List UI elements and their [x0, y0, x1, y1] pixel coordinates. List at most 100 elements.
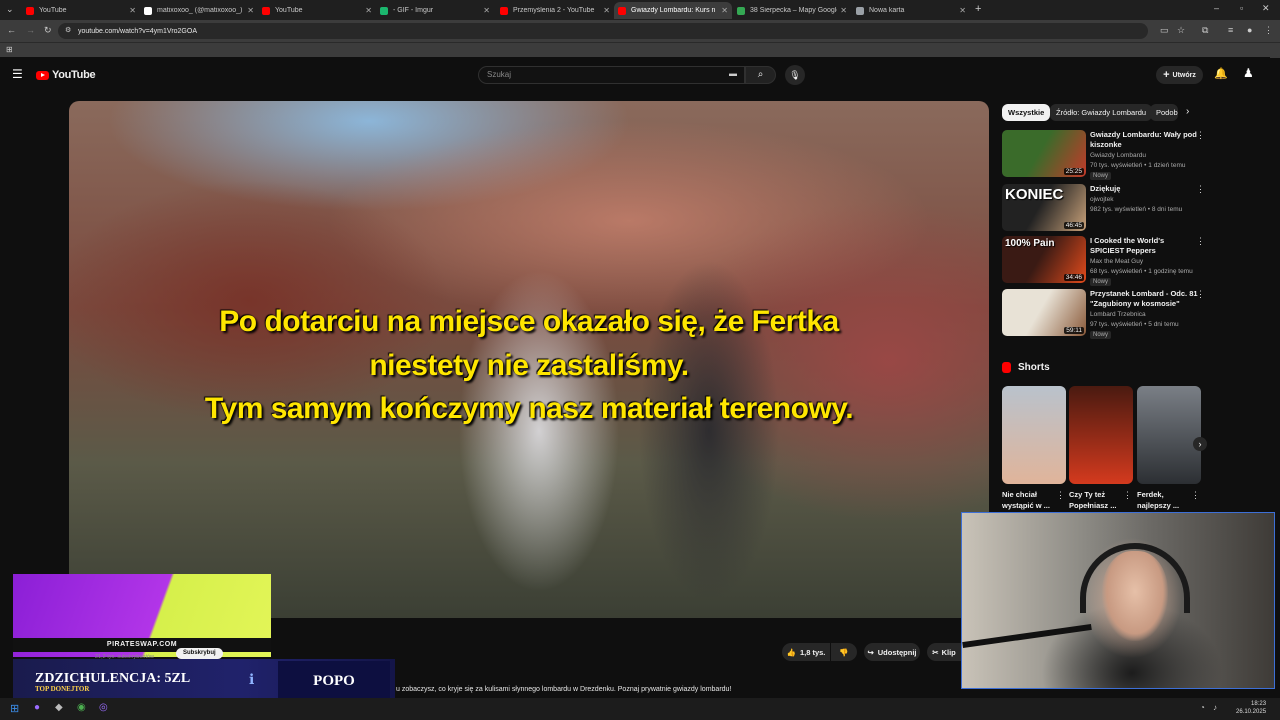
app-icon-3[interactable]: ◎	[99, 702, 108, 713]
media-icon[interactable]: ≡	[1228, 25, 1233, 35]
tab-close-icon[interactable]: ✕	[483, 6, 490, 15]
recommendation-item[interactable]: 59:11 Przystanek Lombard - Odc. 81 "Zagub…	[1002, 289, 1207, 339]
short-thumbnail[interactable]	[1069, 386, 1133, 484]
recommendation-title[interactable]: Przystanek Lombard - Odc. 81 "Zagubiony …	[1090, 289, 1198, 309]
tab-close-icon[interactable]: ✕	[365, 6, 372, 15]
recommendation-thumbnail[interactable]: 100% Pain 34:46	[1002, 236, 1086, 283]
share-button[interactable]: ↪ Udostępnij	[864, 643, 920, 661]
search-input[interactable]: Szukaj	[478, 66, 745, 84]
recommendation-thumbnail[interactable]: 59:11	[1002, 289, 1086, 336]
browser-tab[interactable]: Nowa karta ✕	[852, 2, 970, 19]
chip-source[interactable]: Źródło: Gwiazdy Lombardu	[1050, 104, 1153, 121]
tab-title: 38 Sierpecka – Mapy Google	[750, 7, 838, 14]
short-title[interactable]: Nie chciał wystąpić w ...	[1002, 489, 1062, 511]
more-options-icon[interactable]: ⋮	[1123, 490, 1132, 501]
browser-tab[interactable]: - GIF - Imgur ✕	[376, 2, 494, 19]
apps-icon[interactable]: ⊞	[6, 45, 13, 54]
recommendation-thumbnail[interactable]: 25:25	[1002, 130, 1086, 177]
tab-close-icon[interactable]: ✕	[247, 6, 254, 15]
short-thumbnail[interactable]	[1137, 386, 1201, 484]
recommendation-title[interactable]: Gwiazdy Lombardu: Wały pod kiszonke	[1090, 130, 1198, 150]
recommendation-item[interactable]: 25:25 Gwiazdy Lombardu: Wały pod kiszonke…	[1002, 130, 1207, 180]
more-options-icon[interactable]: ⋮	[1056, 490, 1065, 501]
video-description-snippet[interactable]: u zobaczysz, co kryje się za kulisami sł…	[396, 686, 731, 693]
notifications-bell-icon[interactable]: 🔔	[1214, 67, 1228, 80]
bookmark-star-icon[interactable]: ☆	[1177, 25, 1185, 36]
browser-tab[interactable]: 38 Sierpecka – Mapy Google ✕	[733, 2, 851, 19]
recommendation-channel[interactable]: ojwojtek	[1090, 195, 1205, 205]
browser-tab[interactable]: Gwiazdy Lombardu: Kurs n ✕	[614, 2, 732, 19]
recommendation-channel[interactable]: Lombard Trzebnica	[1090, 310, 1205, 320]
tab-title: matixoxoo_ (@matixoxoo_) | Ti	[157, 7, 245, 14]
hamburger-menu-icon[interactable]: ☰	[12, 67, 23, 81]
site-info-icon[interactable]: ⚙	[65, 26, 71, 34]
browser-tab[interactable]: matixoxoo_ (@matixoxoo_) | Ti ✕	[140, 2, 258, 19]
more-options-icon[interactable]: ⋮	[1196, 289, 1205, 300]
extensions-icon[interactable]: ⧉	[1202, 25, 1208, 36]
short-thumbnail[interactable]	[1002, 386, 1066, 484]
recommendation-title[interactable]: I Cooked the World's SPICIEST Peppers	[1090, 236, 1198, 256]
recommendation-channel[interactable]: Max the Meat Guy	[1090, 257, 1205, 267]
recommendation-thumbnail[interactable]: KONIEC 46:45	[1002, 184, 1086, 231]
subscribe-button[interactable]: Subskrybuj	[176, 648, 223, 659]
cast-icon[interactable]: ▭	[1160, 25, 1169, 36]
reload-icon[interactable]: ↻	[44, 25, 52, 36]
create-button[interactable]: + Utwórz	[1156, 66, 1203, 84]
chip-all[interactable]: Wszystkie	[1002, 104, 1051, 121]
address-bar[interactable]: ⚙ youtube.com/watch?v=4ym1Vro2GOA	[58, 23, 1148, 39]
youtube-logo[interactable]: YouTube	[36, 69, 96, 81]
ad-brand-text: PIRATESWAP.COM	[13, 638, 271, 652]
youtube-masthead: ☰ YouTube Szukaj ▬ ⌕ 🎙 + Utwórz 🔔 ♟	[0, 57, 1270, 93]
maximize-icon[interactable]: ▫	[1240, 3, 1243, 13]
new-tab-button[interactable]: +	[975, 3, 981, 15]
tab-close-icon[interactable]: ✕	[840, 6, 847, 15]
app-icon-1[interactable]: ●	[34, 702, 40, 713]
more-options-icon[interactable]: ⋮	[1196, 130, 1205, 141]
tab-search-icon[interactable]: ⌄	[6, 4, 14, 15]
recommendation-item[interactable]: 100% Pain 34:46 I Cooked the World's SPICI…	[1002, 236, 1207, 286]
dislike-button[interactable]: 👎	[831, 643, 857, 661]
clip-button[interactable]: ✂ Klip	[927, 643, 961, 661]
recommendation-item[interactable]: KONIEC 46:45 Dziękuję ojwojtek 982 tys. wyśw…	[1002, 184, 1207, 232]
close-window-icon[interactable]: ✕	[1262, 3, 1270, 14]
browser-tab[interactable]: YouTube ✕	[22, 2, 140, 19]
minimize-icon[interactable]: –	[1214, 3, 1219, 13]
browser-tab[interactable]: Przemyślenia 2 - YouTube ✕	[496, 2, 614, 19]
back-icon[interactable]: ←	[7, 25, 16, 35]
search-button[interactable]: ⌕	[745, 66, 776, 84]
voice-search-button[interactable]: 🎙	[785, 65, 805, 85]
video-player[interactable]: Po dotarciu na miejsce okazało się, że F…	[69, 101, 989, 618]
chips-next-chevron-icon[interactable]: ›	[1186, 106, 1189, 117]
tab-favicon-icon	[500, 6, 508, 15]
volume-icon[interactable]: ♪	[1213, 703, 1217, 712]
chip-similar[interactable]: Podob	[1150, 104, 1178, 121]
tab-close-icon[interactable]: ✕	[129, 6, 136, 15]
more-options-icon[interactable]: ⋮	[1191, 490, 1200, 501]
forward-icon[interactable]: →	[26, 25, 35, 35]
app-icon-2[interactable]: ◆	[55, 702, 63, 713]
recommendation-stats: 70 tys. wyświetleń • 1 dzień temu	[1090, 162, 1186, 169]
recommendation-channel[interactable]: Gwiazdy Lombardu	[1090, 151, 1205, 161]
more-options-icon[interactable]: ⋮	[1196, 184, 1205, 195]
keyboard-icon[interactable]: ▬	[729, 69, 737, 78]
recommendation-title[interactable]: Dziękuję	[1090, 184, 1198, 194]
shorts-next-chevron-icon[interactable]: ›	[1193, 437, 1207, 451]
tab-title: Nowa karta	[869, 7, 905, 14]
tab-favicon-icon	[262, 6, 270, 15]
tab-close-icon[interactable]: ✕	[959, 6, 966, 15]
start-icon[interactable]: ⊞	[10, 702, 19, 715]
more-options-icon[interactable]: ⋮	[1196, 236, 1205, 247]
tab-close-icon[interactable]: ✕	[721, 6, 728, 15]
profile-icon[interactable]: ●	[1247, 25, 1252, 35]
tab-close-icon[interactable]: ✕	[603, 6, 610, 15]
video-duration: 25:25	[1063, 168, 1084, 175]
chrome-icon[interactable]: ◉	[77, 702, 86, 713]
short-title[interactable]: Ferdek, najlepszy ...	[1137, 489, 1197, 511]
account-avatar[interactable]: ♟	[1243, 66, 1254, 80]
short-title[interactable]: Czy Ty też Popełniasz ...	[1069, 489, 1129, 511]
menu-icon[interactable]: ⋮	[1264, 25, 1273, 36]
wifi-icon[interactable]: ◔	[1200, 703, 1205, 712]
like-button[interactable]: 👍 1,8 tys.	[782, 643, 830, 661]
browser-tab[interactable]: YouTube ✕	[258, 2, 376, 19]
clock[interactable]: 18:23 26.10.2025	[1236, 700, 1266, 716]
